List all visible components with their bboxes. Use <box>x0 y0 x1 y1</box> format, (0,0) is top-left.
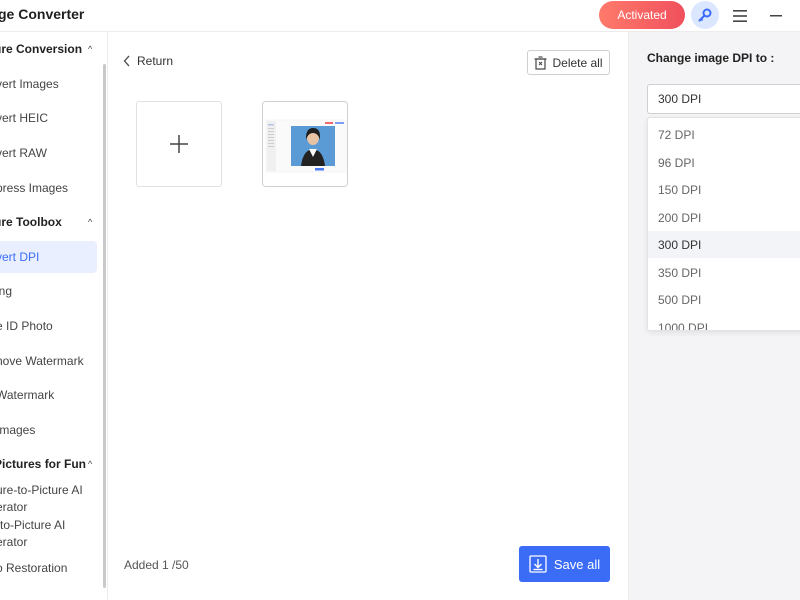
dpi-option-150[interactable]: 150 DPI <box>648 176 800 203</box>
sidebar-group-toolbox[interactable]: ure Toolbox <box>0 215 62 229</box>
sidebar: ure Conversion ^ vert Images vert HEIC v… <box>0 32 108 600</box>
key-icon <box>698 8 712 22</box>
dpi-label: Change image DPI to : <box>647 51 775 65</box>
app-title: ge Converter <box>0 6 85 22</box>
save-all-label: Save all <box>553 556 601 572</box>
dpi-option-200[interactable]: 200 DPI <box>648 204 800 231</box>
title-bar: ge Converter Activated <box>0 0 800 32</box>
dpi-dropdown: 72 DPI 96 DPI 150 DPI 200 DPI 300 DPI 35… <box>647 117 800 331</box>
sidebar-item-text-to-picture-2[interactable]: erator <box>0 534 27 551</box>
dpi-option-1000[interactable]: 1000 DPI <box>648 314 800 331</box>
trash-icon <box>534 55 547 70</box>
settings-panel: Change image DPI to : 300 DPI 72 DPI 96 … <box>628 32 800 600</box>
chevron-up-icon[interactable]: ^ <box>88 44 92 54</box>
delete-all-label: Delete all <box>552 55 603 70</box>
sidebar-group-fun[interactable]: Pictures for Fun <box>0 457 86 471</box>
dpi-option-350[interactable]: 350 DPI <box>648 259 800 286</box>
sidebar-item-convert-images[interactable]: vert Images <box>0 76 59 93</box>
sidebar-item-convert-heic[interactable]: vert HEIC <box>0 110 48 127</box>
chevron-up-icon[interactable]: ^ <box>88 217 92 227</box>
add-image-tile[interactable] <box>136 101 222 187</box>
sidebar-item-images[interactable]: Images <box>0 422 35 439</box>
sidebar-item-compress-images[interactable]: press Images <box>0 180 68 197</box>
main-area: Return Delete all Added 1 /50 Save all <box>108 32 628 600</box>
key-button[interactable] <box>691 1 719 29</box>
return-label: Return <box>137 54 174 68</box>
save-all-button[interactable]: Save all <box>519 546 610 582</box>
minimize-icon <box>770 15 782 17</box>
sidebar-item-add-watermark[interactable]: Watermark <box>0 387 54 404</box>
hamburger-icon <box>733 10 747 22</box>
return-button[interactable]: Return <box>123 54 173 68</box>
sidebar-item-photo-restoration[interactable]: o Restoration <box>0 560 67 577</box>
download-icon <box>529 555 547 573</box>
dpi-option-500[interactable]: 500 DPI <box>648 286 800 313</box>
sidebar-item-id-photo[interactable]: e ID Photo <box>0 318 53 335</box>
sidebar-group-conversion[interactable]: ure Conversion <box>0 42 82 56</box>
image-thumbnail[interactable] <box>262 101 348 187</box>
chevron-left-icon <box>123 55 130 67</box>
dpi-select[interactable]: 300 DPI <box>647 84 800 114</box>
sidebar-item-text-to-picture[interactable]: -to-Picture AI <box>0 517 65 534</box>
activated-button[interactable]: Activated <box>599 1 685 29</box>
dpi-option-72[interactable]: 72 DPI <box>648 121 800 148</box>
delete-all-button[interactable]: Delete all <box>527 50 610 75</box>
dpi-option-300[interactable]: 300 DPI <box>648 231 800 258</box>
sidebar-item-resizing[interactable]: ing <box>0 283 12 300</box>
menu-button[interactable] <box>729 5 751 27</box>
sidebar-item-convert-dpi[interactable]: vert DPI <box>0 249 39 266</box>
added-count: Added 1 /50 <box>124 558 189 572</box>
sidebar-item-picture-to-picture[interactable]: ure-to-Picture AI <box>0 482 83 499</box>
minimize-button[interactable] <box>765 5 787 27</box>
dpi-option-96[interactable]: 96 DPI <box>648 149 800 176</box>
plus-icon <box>170 135 188 153</box>
sidebar-item-remove-watermark[interactable]: nove Watermark <box>0 353 84 370</box>
chevron-up-icon[interactable]: ^ <box>88 459 92 469</box>
sidebar-item-convert-raw[interactable]: vert RAW <box>0 145 47 162</box>
sidebar-scrollbar[interactable] <box>103 64 106 588</box>
sidebar-item-picture-to-picture-2[interactable]: erator <box>0 499 27 516</box>
thumbnail-image <box>263 102 347 186</box>
